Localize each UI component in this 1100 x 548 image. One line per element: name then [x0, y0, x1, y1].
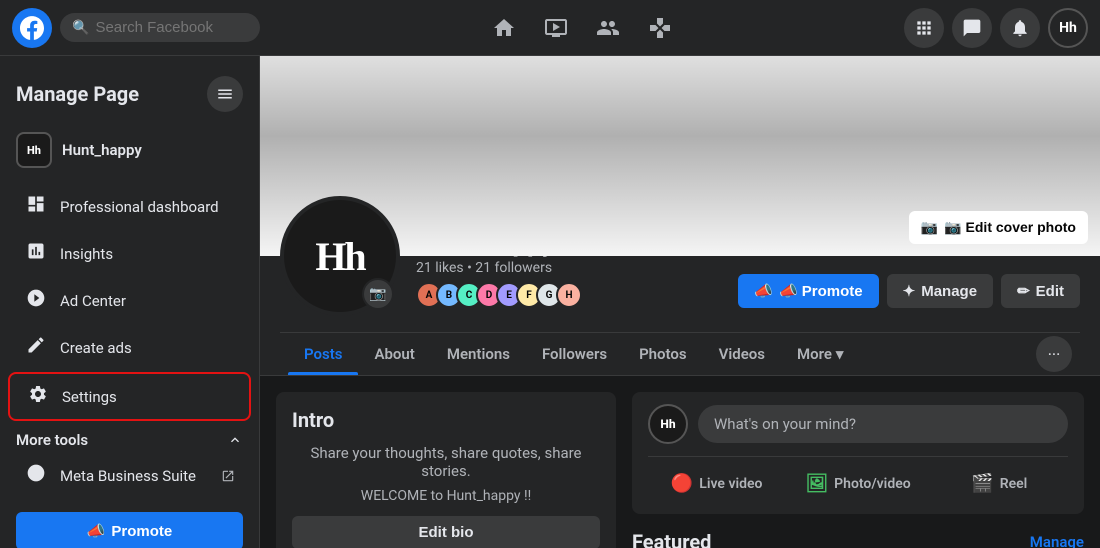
chevron-down-icon: ▾	[836, 345, 844, 363]
chevron-up-icon	[227, 432, 243, 448]
featured-section: Featured Manage	[632, 530, 1084, 548]
sidebar-item-label-create-ads: Create ads	[60, 339, 132, 357]
sidebar-item-ad-center[interactable]: Ad Center	[8, 278, 251, 323]
photo-video-btn[interactable]: 🖼 Photo/video	[789, 465, 926, 502]
camera-icon: 📷	[921, 219, 938, 236]
nav-right: Hh	[904, 8, 1088, 48]
follower-avatar: H	[556, 282, 582, 308]
create-ads-icon	[24, 335, 48, 360]
intro-welcome: WELCOME to Hunt_happy !!	[292, 488, 600, 504]
reel-label: Reel	[1000, 476, 1028, 492]
manage-profile-button[interactable]: ✦ Manage	[887, 274, 993, 308]
sidebar-item-professional-dashboard[interactable]: Professional dashboard	[8, 184, 251, 229]
ad-center-icon	[24, 288, 48, 313]
sidebar-item-label-insights: Insights	[60, 245, 113, 263]
live-video-icon: 🔴	[671, 473, 693, 494]
profile-pic-wrap: Hh 📷	[280, 196, 400, 316]
follower-avatars: ABCDEFGH	[416, 282, 722, 308]
sidebar-collapse-btn[interactable]	[207, 76, 243, 112]
tab-about[interactable]: About	[358, 333, 430, 375]
more-tools-label: More tools	[16, 431, 88, 449]
tab-posts[interactable]: Posts	[288, 333, 358, 375]
tab-more[interactable]: More ▾	[781, 333, 859, 375]
tab-photos[interactable]: Photos	[623, 333, 703, 375]
reel-btn[interactable]: 🎬 Reel	[931, 465, 1068, 502]
page-identity: Hh Hunt_happy	[0, 124, 259, 176]
live-video-btn[interactable]: 🔴 Live video	[648, 465, 785, 502]
edit-cover-button[interactable]: 📷 📷 Edit cover photo	[909, 211, 1088, 244]
composer-avatar: Hh	[648, 404, 688, 444]
intro-text: Share your thoughts, share quotes, share…	[292, 444, 600, 480]
featured-manage-btn[interactable]: Manage	[1030, 533, 1084, 548]
content-area: 📷 📷 Edit cover photo Hh 📷 Hunt_happy 21 …	[260, 56, 1100, 548]
sidebar-item-create-ads[interactable]: Create ads	[8, 325, 251, 370]
sidebar-item-label-meta-business: Meta Business Suite	[60, 467, 196, 485]
edit-icon: ✏	[1017, 282, 1030, 300]
promote-flag-icon: 📣	[87, 522, 106, 540]
page-sidebar-avatar: Hh	[16, 132, 52, 168]
facebook-logo[interactable]	[12, 8, 52, 48]
post-composer: Hh What's on your mind? 🔴 Live video 🖼 P…	[632, 392, 1084, 514]
edit-profile-button[interactable]: ✏ Edit	[1001, 274, 1080, 308]
tab-videos[interactable]: Videos	[703, 333, 781, 375]
notifications-btn[interactable]	[1000, 8, 1040, 48]
sidebar-item-meta-business-suite[interactable]: Meta Business Suite	[8, 453, 251, 498]
intro-title: Intro	[292, 408, 600, 432]
live-video-label: Live video	[699, 476, 762, 492]
photo-video-label: Photo/video	[834, 476, 911, 492]
manage-page-title: Manage Page	[16, 82, 139, 106]
tabs-more-options-btn[interactable]: ···	[1036, 336, 1072, 372]
search-bar[interactable]: 🔍	[60, 13, 260, 42]
intro-card: Intro Share your thoughts, share quotes,…	[276, 392, 616, 548]
sidebar-header: Manage Page	[0, 68, 259, 124]
tab-followers[interactable]: Followers	[526, 333, 623, 375]
search-input[interactable]	[95, 19, 248, 36]
top-nav: 🔍 Hh	[0, 0, 1100, 56]
edit-label: Edit	[1036, 283, 1064, 300]
grid-btn[interactable]	[904, 8, 944, 48]
edit-bio-button[interactable]: Edit bio	[292, 516, 600, 548]
insights-icon	[24, 241, 48, 266]
post-area: Hh What's on your mind? 🔴 Live video 🖼 P…	[632, 392, 1084, 548]
page-sidebar-name: Hunt_happy	[62, 141, 142, 159]
more-tools-section[interactable]: More tools	[0, 423, 259, 453]
sidebar-item-label-dashboard: Professional dashboard	[60, 198, 219, 216]
gaming-nav-btn[interactable]	[636, 4, 684, 52]
promote-icon: 📣	[754, 282, 773, 300]
nav-center	[260, 4, 904, 52]
home-nav-btn[interactable]	[480, 4, 528, 52]
user-avatar-btn[interactable]: Hh	[1048, 8, 1088, 48]
tab-mentions[interactable]: Mentions	[431, 333, 526, 375]
manage-label: Manage	[921, 283, 977, 300]
page-tabs: Posts About Mentions Followers Photos Vi…	[280, 332, 1080, 375]
featured-title: Featured	[632, 530, 711, 548]
promote-label: Promote	[111, 523, 172, 540]
sidebar-promote-button[interactable]: 📣 Promote	[16, 512, 243, 548]
profile-pic-camera-btn[interactable]: 📷	[362, 278, 394, 310]
composer-input[interactable]: What's on your mind?	[698, 405, 1068, 443]
manage-icon: ✦	[903, 282, 916, 300]
main-layout: Manage Page Hh Hunt_happy Professional d…	[0, 56, 1100, 548]
messenger-btn[interactable]	[952, 8, 992, 48]
promote-profile-button[interactable]: 📣 📣 Promote	[738, 274, 878, 308]
video-nav-btn[interactable]	[532, 4, 580, 52]
composer-top: Hh What's on your mind?	[648, 404, 1068, 444]
sidebar-item-settings[interactable]: Settings	[8, 372, 251, 421]
groups-nav-btn[interactable]	[584, 4, 632, 52]
page-body: Intro Share your thoughts, share quotes,…	[260, 376, 1100, 548]
dashboard-icon	[24, 194, 48, 219]
settings-icon	[26, 384, 50, 409]
sidebar-item-label-settings: Settings	[62, 388, 117, 406]
meta-business-icon	[24, 463, 48, 488]
sidebar: Manage Page Hh Hunt_happy Professional d…	[0, 56, 260, 548]
sidebar-item-insights[interactable]: Insights	[8, 231, 251, 276]
sidebar-item-label-ad-center: Ad Center	[60, 292, 126, 310]
external-link-icon	[221, 469, 235, 483]
composer-actions: 🔴 Live video 🖼 Photo/video 🎬 Reel	[648, 456, 1068, 502]
photo-video-icon: 🖼	[805, 473, 828, 494]
reel-icon: 🎬	[971, 473, 993, 494]
profile-stats: 21 likes • 21 followers	[416, 260, 722, 276]
search-icon: 🔍	[72, 20, 89, 36]
profile-actions: 📣 📣 Promote ✦ Manage ✏ Edit	[738, 274, 1080, 316]
